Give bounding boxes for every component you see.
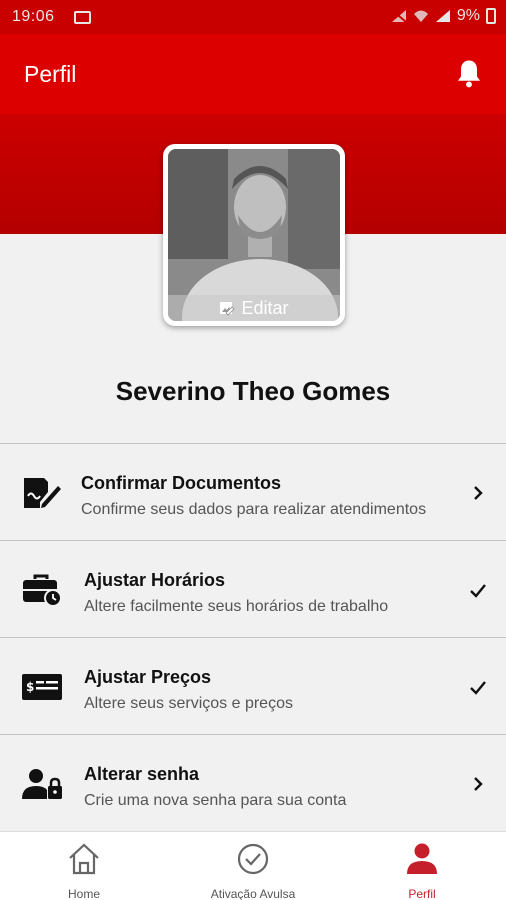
- user-name: Severino Theo Gomes: [115, 376, 391, 406]
- edit-photo-label: Editar: [241, 297, 289, 318]
- user-lock-icon: [22, 769, 62, 799]
- edit-image-icon: [220, 302, 236, 316]
- wifi-icon: [413, 10, 428, 22]
- checkmark-icon: [470, 584, 486, 598]
- bottom-navigation: Home Ativação Avulsa Perfil: [0, 831, 506, 900]
- menu-title: Ajustar Preços: [84, 667, 212, 687]
- person-icon: [407, 843, 437, 874]
- menu-item-confirm-documents[interactable]: Confirmar Documentos Confirme seus dados…: [0, 444, 506, 541]
- edit-photo-button[interactable]: Editar: [168, 295, 340, 321]
- nav-label: Ativação Avulsa: [210, 887, 296, 900]
- menu-title: Alterar senha: [84, 764, 200, 784]
- nav-tab-perfil[interactable]: Perfil: [338, 832, 506, 900]
- signal-icon: [391, 9, 407, 23]
- checkmark-icon: [470, 681, 486, 695]
- menu-item-adjust-prices[interactable]: $ Ajustar Preços Altere seus serviços e …: [0, 638, 506, 735]
- bell-icon: [457, 60, 481, 88]
- nav-tab-home[interactable]: Home: [0, 832, 168, 900]
- menu-title: Ajustar Horários: [84, 570, 226, 590]
- menu-subtitle: Altere facilmente seus horários de traba…: [84, 598, 389, 615]
- status-bar: 19:06 9%: [0, 0, 506, 34]
- mobile-signal-icon: [435, 10, 450, 22]
- page-title: Perfil: [24, 61, 77, 87]
- price-card-icon: $: [22, 674, 62, 700]
- menu-subtitle: Confirme seus dados para realizar atendi…: [81, 501, 427, 518]
- home-icon: [69, 843, 99, 875]
- chevron-right-icon: [474, 486, 483, 500]
- menu-title: Confirmar Documentos: [81, 473, 282, 493]
- avatar-card: Editar: [163, 144, 345, 326]
- menu-subtitle: Altere seus serviços e preços: [84, 695, 293, 712]
- avatar: Editar: [168, 149, 340, 321]
- notifications-button[interactable]: [454, 58, 484, 90]
- check-circle-icon: [237, 843, 269, 875]
- status-indicators: 9%: [391, 7, 496, 25]
- profile-menu: Confirmar Documentos Confirme seus dados…: [0, 443, 506, 832]
- menu-item-change-password[interactable]: Alterar senha Crie uma nova senha para s…: [0, 735, 506, 832]
- app-header: Perfil: [0, 34, 506, 114]
- nav-label: Perfil: [408, 887, 436, 900]
- nav-label: Home: [67, 887, 100, 900]
- gallery-notification-icon: [74, 11, 91, 24]
- svg-text:$: $: [26, 680, 34, 694]
- briefcase-clock-icon: [23, 574, 62, 607]
- status-time: 19:06: [12, 8, 55, 25]
- nav-tab-ativacao-avulsa[interactable]: Ativação Avulsa: [169, 832, 337, 900]
- battery-percent: 9%: [456, 7, 480, 24]
- menu-subtitle: Crie uma nova senha para sua conta: [84, 792, 347, 809]
- menu-item-adjust-schedule[interactable]: Ajustar Horários Altere facilmente seus …: [0, 541, 506, 638]
- document-edit-icon: [24, 478, 61, 508]
- chevron-right-icon: [474, 777, 483, 791]
- battery-icon: [486, 8, 496, 24]
